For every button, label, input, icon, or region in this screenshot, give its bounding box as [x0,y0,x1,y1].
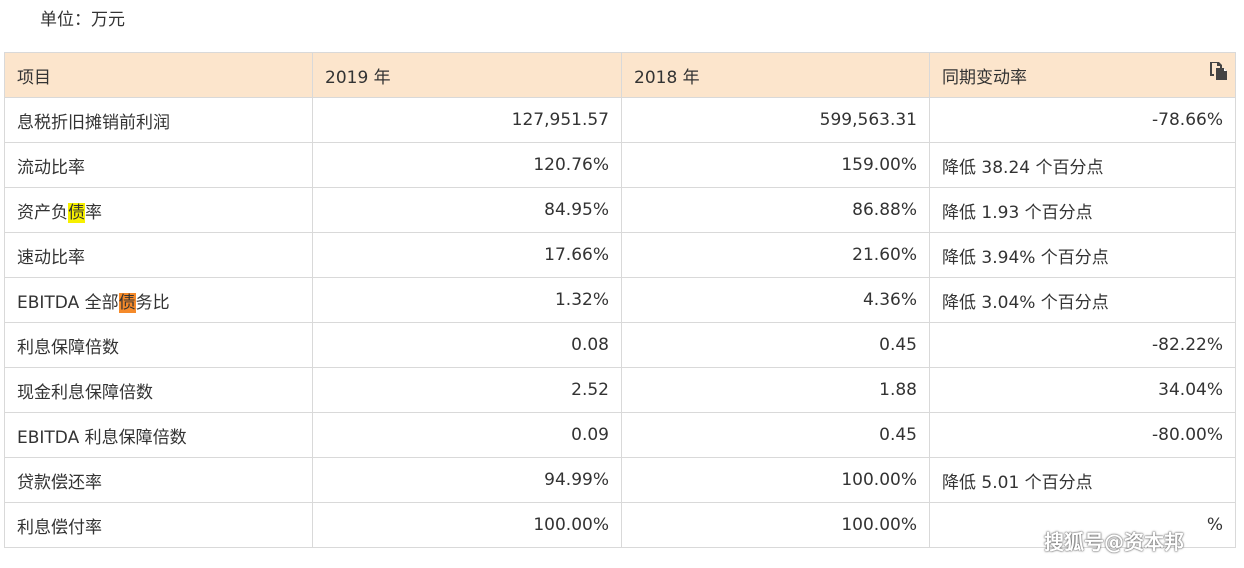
row-2018-value: 4.36% [621,277,930,323]
row-2019-value: 94.99% [312,457,622,503]
row-2018-value: 0.45 [621,412,930,458]
row-item-text: 率 [85,202,102,223]
unit-label: 单位：万元 [40,10,125,30]
row-change: 降低 3.04% 个百分点 [929,277,1236,323]
row-change: 降低 5.01 个百分点 [929,457,1236,503]
row-item-text: EBITDA 全部 [17,292,119,313]
table-header-row: 项目 2019 年 2018 年 同期变动率 [4,52,1236,98]
row-change: 降低 38.24 个百分点 [929,142,1236,188]
row-item: EBITDA 利息保障倍数 [4,412,313,458]
row-item: 贷款偿还率 [4,457,313,503]
table-row: 资产负债率 84.95% 86.88% 降低 1.93 个百分点 [4,187,1236,233]
row-2019-value: 100.00% [312,502,622,548]
row-2019-value: 1.32% [312,277,622,323]
header-2019: 2019 年 [312,52,622,98]
row-2019-value: 127,951.57 [312,97,622,143]
row-2018-value: 100.00% [621,457,930,503]
header-change-rate-label: 同期变动率 [942,67,1027,88]
table-row: 息税折旧摊销前利润 127,951.57 599,563.31 -78.66% [4,97,1236,143]
copy-icon[interactable] [1207,59,1229,81]
row-2019-value: 2.52 [312,367,622,413]
row-2019-value: 0.08 [312,322,622,368]
row-2019-value: 84.95% [312,187,622,233]
row-2018-value: 599,563.31 [621,97,930,143]
row-2018-value: 86.88% [621,187,930,233]
row-2018-value: 159.00% [621,142,930,188]
table-row: EBITDA 全部债务比 1.32% 4.36% 降低 3.04% 个百分点 [4,277,1236,323]
row-item: 息税折旧摊销前利润 [4,97,313,143]
table-row: 流动比率 120.76% 159.00% 降低 38.24 个百分点 [4,142,1236,188]
row-item: 速动比率 [4,232,313,278]
row-item: 利息偿付率 [4,502,313,548]
row-change: 34.04% [929,367,1236,413]
row-item: 现金利息保障倍数 [4,367,313,413]
row-change: 降低 3.94% 个百分点 [929,232,1236,278]
row-item-text: 务比 [135,292,170,313]
search-highlight-current: 债 [118,292,136,313]
search-highlight: 债 [68,202,85,223]
row-2018-value: 21.60% [621,232,930,278]
row-item: 流动比率 [4,142,313,188]
watermark: 搜狐号@资本邦 [1044,530,1184,554]
row-item-text: 资产负 [17,202,68,223]
table-row: 利息保障倍数 0.08 0.45 -82.22% [4,322,1236,368]
row-2018-value: 1.88 [621,367,930,413]
row-2018-value: 0.45 [621,322,930,368]
table-row: 速动比率 17.66% 21.60% 降低 3.94% 个百分点 [4,232,1236,278]
row-2019-value: 0.09 [312,412,622,458]
row-item: 利息保障倍数 [4,322,313,368]
table-row: EBITDA 利息保障倍数 0.09 0.45 -80.00% [4,412,1236,458]
row-change: -82.22% [929,322,1236,368]
table-row: 贷款偿还率 94.99% 100.00% 降低 5.01 个百分点 [4,457,1236,503]
row-change: -80.00% [929,412,1236,458]
row-change: 降低 1.93 个百分点 [929,187,1236,233]
header-2018: 2018 年 [621,52,930,98]
row-item: 资产负债率 [4,187,313,233]
row-2018-value: 100.00% [621,502,930,548]
row-item: EBITDA 全部债务比 [4,277,313,323]
header-item: 项目 [4,52,313,98]
row-2019-value: 17.66% [312,232,622,278]
table-row: 现金利息保障倍数 2.52 1.88 34.04% [4,367,1236,413]
header-change-rate: 同期变动率 [929,52,1236,98]
row-2019-value: 120.76% [312,142,622,188]
row-change: -78.66% [929,97,1236,143]
financial-indicators-table: 项目 2019 年 2018 年 同期变动率 息税折旧摊销前利润 127,951… [4,52,1236,548]
